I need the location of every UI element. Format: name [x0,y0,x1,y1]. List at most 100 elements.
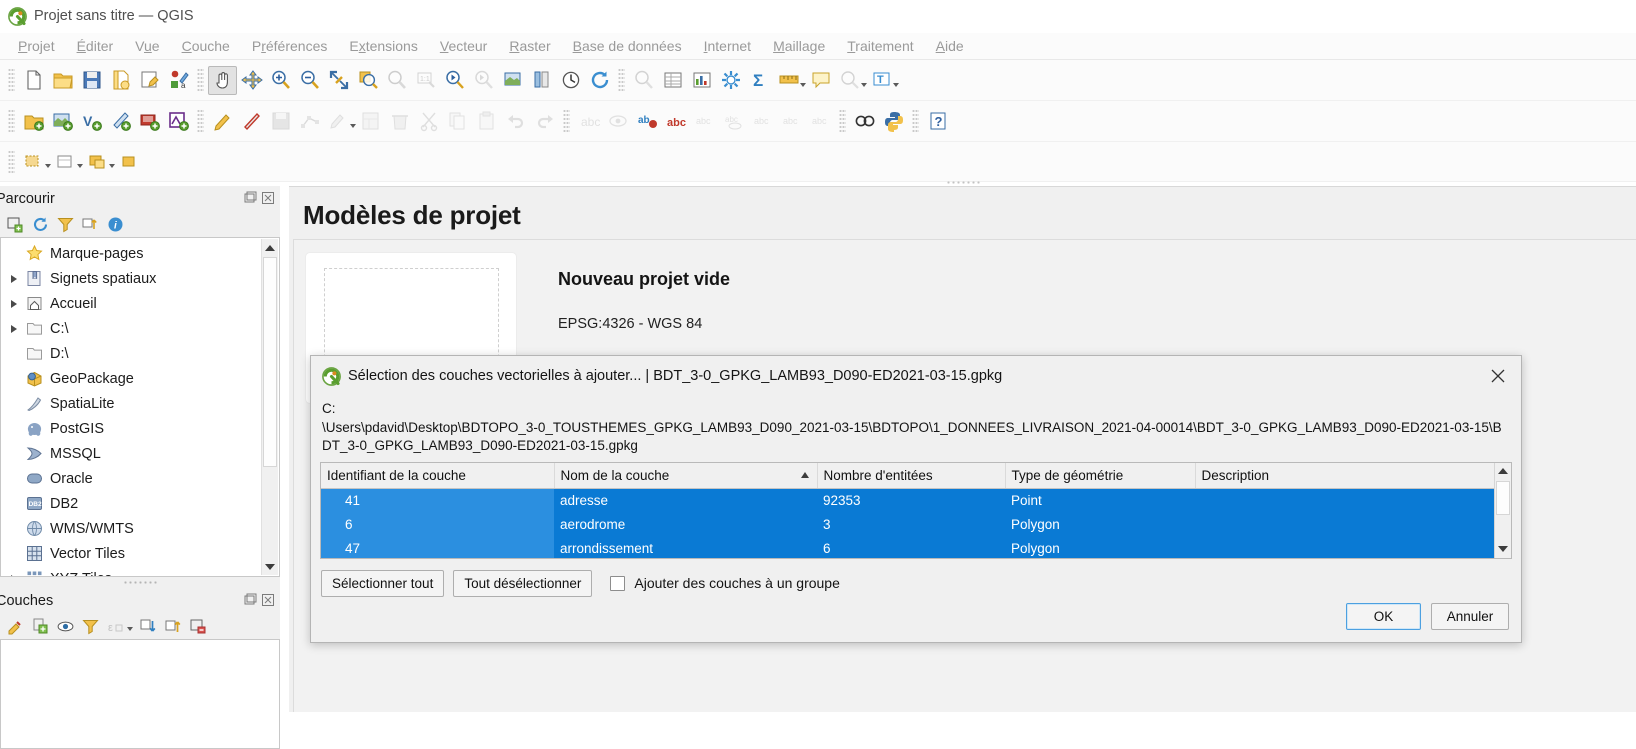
deselect-all-icon[interactable] [115,147,144,176]
expand-all-icon[interactable] [138,616,158,636]
menu-pr-f-rences[interactable]: Préférences [241,36,339,57]
zoom-full-icon[interactable] [324,66,353,95]
panel-splitter[interactable] [0,577,280,588]
column-header-description[interactable]: Description [1195,463,1512,489]
browser-item-c[interactable]: C:\ [1,316,279,341]
browser-item-vector-tiles[interactable]: Vector Tiles [1,541,279,566]
text-annotation-icon[interactable]: T [867,66,896,95]
save-project-as-icon[interactable] [106,66,135,95]
float-panel-icon-layers[interactable] [243,593,258,608]
add-layer-icon[interactable] [5,214,25,234]
browser-item-spatialite[interactable]: SpatiaLite [1,391,279,416]
menu-couche[interactable]: Couche [171,36,241,57]
scroll-up-icon[interactable] [262,239,278,256]
filter-browser-icon[interactable] [55,214,75,234]
browser-item-signets-spatiaux[interactable]: Signets spatiaux [1,266,279,291]
scroll-down-icon[interactable] [262,558,278,575]
toolbar-grip-9[interactable] [8,150,15,174]
add-to-group-checkbox[interactable] [610,576,625,591]
close-panel-icon-layers[interactable] [261,593,276,608]
deselect-all-button[interactable]: Tout désélectionner [453,570,592,597]
menu-vue[interactable]: Vue [124,36,170,57]
new-project-icon[interactable] [19,66,48,95]
filter-expression-caret-icon[interactable] [127,627,133,631]
browser-item-marque-pages[interactable]: Marque-pages [1,241,279,266]
open-attribute-table-icon[interactable] [658,66,687,95]
menu-extensions[interactable]: Extensions [338,36,429,57]
add-group-icon[interactable] [30,616,50,636]
pin-labels-icon[interactable]: abc [661,107,690,136]
style-manager-icon[interactable]: a [164,66,193,95]
table-row[interactable]: 41adresse92353Point [321,489,1512,513]
table-scrollbar-thumb[interactable] [1496,481,1510,515]
menu-maillage[interactable]: Maillage [762,36,836,57]
add-delimited-text-layer-icon[interactable] [106,107,135,136]
add-raster-layer-icon[interactable] [48,107,77,136]
pan-to-selection-icon[interactable] [237,66,266,95]
expand-arrow-icon[interactable] [5,275,22,283]
statistical-summary-icon[interactable] [687,66,716,95]
georeferencer-icon[interactable] [850,107,879,136]
browser-item-geopackage[interactable]: GeoPackage [1,366,279,391]
toolbar-grip[interactable] [8,68,15,92]
toolbar-grip-6[interactable] [563,109,570,133]
toolbar-grip-2[interactable] [197,68,204,92]
browser-tree-scrollbar[interactable] [261,239,278,575]
table-scroll-down-icon[interactable] [1495,541,1511,558]
browser-item-db2[interactable]: DB2DB2 [1,491,279,516]
menu-raster[interactable]: Raster [498,36,561,57]
layers-table-container[interactable]: Identifiant de la coucheNom de la couche… [320,462,1512,559]
map-tips-icon[interactable] [806,66,835,95]
menu-aide[interactable]: Aide [925,36,975,57]
zoom-last-icon[interactable] [440,66,469,95]
new-shapefile-icon[interactable] [83,147,112,176]
toolbar-grip-4[interactable] [8,109,15,133]
browser-item-d[interactable]: D:\ [1,341,279,366]
toolbar-grip-5[interactable] [197,109,204,133]
table-row[interactable]: 47arrondissement6Polygon [321,537,1512,559]
zoom-to-selection-icon[interactable] [353,66,382,95]
add-feature-icon[interactable] [237,107,266,136]
table-scrollbar[interactable] [1494,463,1511,558]
menu-base-de-donn-es[interactable]: Base de données [562,36,693,57]
pan-map-icon[interactable] [208,66,237,95]
python-console-icon[interactable] [879,107,908,136]
browser-item-accueil[interactable]: Accueil [1,291,279,316]
add-vector-layer-icon[interactable] [19,107,48,136]
collapse-all-icon[interactable] [80,214,100,234]
layers-table[interactable]: Identifiant de la coucheNom de la couche… [321,463,1512,559]
zoom-out-icon[interactable] [295,66,324,95]
open-project-icon[interactable] [48,66,77,95]
filter-legend-icon[interactable] [80,616,100,636]
layers-tree[interactable] [0,639,280,749]
measure-line-icon[interactable] [774,66,803,95]
toggle-editing-icon[interactable] [208,107,237,136]
open-layer-styling-icon[interactable] [5,616,25,636]
column-header-type-de-g-om-trie[interactable]: Type de géométrie [1005,463,1195,489]
refresh-map-icon[interactable] [556,66,585,95]
table-row[interactable]: 6aerodrome3Polygon [321,513,1512,537]
column-header-nom-de-la-couche[interactable]: Nom de la couche [554,463,817,489]
browser-item-oracle[interactable]: Oracle [1,466,279,491]
new-3d-map-view-icon[interactable] [527,66,556,95]
add-mesh-layer-icon[interactable]: V [77,107,106,136]
zoom-in-icon[interactable] [266,66,295,95]
add-wms-layer-icon[interactable] [164,107,193,136]
float-panel-icon[interactable] [243,191,258,206]
expand-arrow-icon[interactable] [5,575,22,578]
toolbar-grip-7[interactable] [839,109,846,133]
menu-vecteur[interactable]: Vecteur [429,36,499,57]
new-print-layout-icon[interactable] [135,66,164,95]
expand-arrow-icon[interactable] [5,300,22,308]
refresh-icon[interactable] [30,214,50,234]
cancel-button[interactable]: Annuler [1431,603,1509,630]
browser-item-postgis[interactable]: PostGIS [1,416,279,441]
help-icon[interactable]: ? [923,107,952,136]
menu-internet[interactable]: Internet [693,36,762,57]
save-project-icon[interactable] [77,66,106,95]
close-panel-icon[interactable] [261,191,276,206]
menu-projet[interactable]: Projet [7,36,66,57]
scrollbar-thumb[interactable] [263,257,277,467]
menu--diter[interactable]: Éditer [66,36,125,57]
expand-arrow-icon[interactable] [5,325,22,333]
